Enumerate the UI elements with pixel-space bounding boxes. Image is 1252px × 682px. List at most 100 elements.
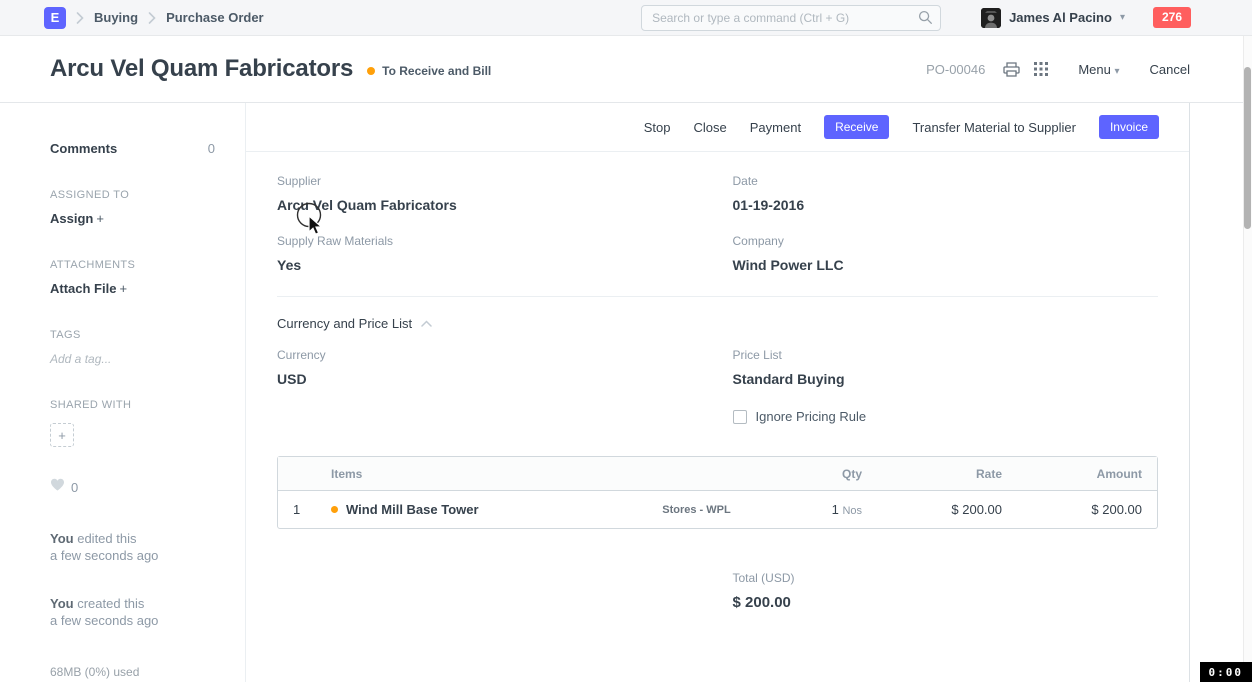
section-currency-price-list: Currency and Price List Currency USD bbox=[277, 296, 1158, 424]
status-badge: To Receive and Bill bbox=[367, 64, 491, 78]
field-supplier: Supplier Arcu Vel Quam Fabricators bbox=[277, 174, 718, 213]
app-logo[interactable]: E bbox=[44, 7, 66, 29]
page-title: Arcu Vel Quam Fabricators bbox=[50, 55, 353, 83]
print-icon[interactable] bbox=[1003, 62, 1020, 77]
transfer-material-button[interactable]: Transfer Material to Supplier bbox=[912, 120, 1076, 135]
likes-count: 0 bbox=[71, 480, 78, 495]
form-content: Stop Close Payment Receive Transfer Mate… bbox=[246, 103, 1190, 682]
stop-button[interactable]: Stop bbox=[644, 120, 671, 135]
plus-icon: + bbox=[96, 211, 104, 226]
field-label: Currency bbox=[277, 348, 718, 362]
plus-icon: + bbox=[119, 281, 127, 296]
total-label: Total (USD) bbox=[733, 571, 1159, 585]
status-text: To Receive and Bill bbox=[382, 64, 491, 78]
avatar bbox=[981, 8, 1001, 28]
ignore-pricing-rule-checkbox-row[interactable]: Ignore Pricing Rule bbox=[733, 409, 1159, 424]
col-amount-header: Amount bbox=[1002, 467, 1142, 481]
checkbox-label: Ignore Pricing Rule bbox=[756, 409, 867, 424]
uom-text: Nos bbox=[842, 505, 862, 517]
currency-value[interactable]: USD bbox=[277, 371, 718, 387]
menu-button[interactable]: Menu ▾ bbox=[1078, 62, 1119, 77]
grid-menu-icon[interactable] bbox=[1034, 62, 1048, 76]
row-index: 1 bbox=[293, 502, 331, 517]
assigned-to-heading: ASSIGNED TO bbox=[50, 189, 215, 201]
total-value: $ 200.00 bbox=[733, 594, 1159, 611]
chevron-down-icon: ▾ bbox=[1120, 12, 1125, 23]
section-title: Currency and Price List bbox=[277, 316, 412, 331]
user-name: James Al Pacino bbox=[1009, 10, 1112, 25]
heart-icon bbox=[50, 478, 65, 496]
comments-count: 0 bbox=[208, 141, 215, 156]
col-rate-header: Rate bbox=[862, 467, 1002, 481]
col-items-header: Items bbox=[331, 467, 631, 481]
company-value[interactable]: Wind Power LLC bbox=[733, 257, 1159, 273]
search-input[interactable] bbox=[641, 5, 941, 31]
document-id: PO-00046 bbox=[926, 62, 985, 77]
item-link[interactable]: Wind Mill Base Tower bbox=[331, 502, 631, 517]
checkbox-unchecked-icon[interactable] bbox=[733, 410, 747, 424]
field-label: Date bbox=[733, 174, 1159, 188]
assign-button[interactable]: Assign+ bbox=[50, 211, 215, 226]
attach-file-button[interactable]: Attach File+ bbox=[50, 281, 215, 296]
col-qty-header: Qty bbox=[762, 467, 862, 481]
comments-link[interactable]: Comments bbox=[50, 141, 117, 156]
payment-button[interactable]: Payment bbox=[750, 120, 801, 135]
field-label: Supplier bbox=[277, 174, 718, 188]
chevron-down-icon: ▾ bbox=[1115, 66, 1120, 77]
section-collapse-toggle[interactable]: Currency and Price List bbox=[277, 314, 1158, 332]
shared-with-heading: SHARED WITH bbox=[50, 399, 215, 411]
field-price-list: Price List Standard Buying bbox=[733, 348, 1159, 387]
activity-created: You created this a few seconds ago bbox=[50, 595, 215, 629]
erpnext-app-window: E Buying Purchase Order James Al Pacino … bbox=[0, 0, 1252, 682]
scrollbar-thumb[interactable] bbox=[1244, 67, 1251, 229]
price-list-value[interactable]: Standard Buying bbox=[733, 371, 1159, 387]
date-value[interactable]: 01-19-2016 bbox=[733, 197, 1159, 213]
table-row[interactable]: 1 Wind Mill Base Tower Stores - WPL 1 No… bbox=[278, 491, 1157, 528]
supply-raw-materials-value[interactable]: Yes bbox=[277, 257, 718, 273]
activity-edited: You edited this a few seconds ago bbox=[50, 530, 215, 564]
user-menu[interactable]: James Al Pacino ▾ bbox=[981, 8, 1125, 28]
page-head: Arcu Vel Quam Fabricators To Receive and… bbox=[0, 36, 1252, 103]
supplier-value[interactable]: Arcu Vel Quam Fabricators bbox=[277, 197, 718, 213]
item-status-dot-icon bbox=[331, 506, 338, 513]
section-supplier: Supplier Arcu Vel Quam Fabricators Suppl… bbox=[277, 152, 1158, 296]
rate-cell: $ 200.00 bbox=[862, 502, 1002, 517]
chevron-right-icon bbox=[148, 12, 156, 24]
like-button[interactable]: 0 bbox=[50, 478, 215, 496]
plus-icon: + bbox=[58, 428, 66, 443]
breadcrumb-buying[interactable]: Buying bbox=[94, 10, 138, 25]
warehouse-value: Stores - WPL bbox=[631, 504, 762, 516]
section-items: Items Qty Rate Amount 1 Wind Mill Base T… bbox=[277, 456, 1158, 529]
share-add-button[interactable]: + bbox=[50, 423, 74, 447]
notifications-badge[interactable]: 276 bbox=[1153, 7, 1191, 29]
field-total: Total (USD) $ 200.00 bbox=[733, 571, 1159, 611]
tags-heading: TAGS bbox=[50, 329, 215, 341]
qty-cell: 1 Nos bbox=[762, 502, 862, 517]
amount-cell: $ 200.00 bbox=[1002, 502, 1142, 517]
form-body: Supplier Arcu Vel Quam Fabricators Suppl… bbox=[246, 152, 1189, 611]
workflow-action-bar: Stop Close Payment Receive Transfer Mate… bbox=[246, 103, 1189, 152]
status-dot-icon bbox=[367, 67, 375, 75]
chevron-right-icon bbox=[76, 12, 84, 24]
close-button[interactable]: Close bbox=[694, 120, 727, 135]
receive-button[interactable]: Receive bbox=[824, 115, 889, 139]
field-company: Company Wind Power LLC bbox=[733, 234, 1159, 273]
global-search bbox=[641, 5, 941, 31]
breadcrumb-purchase-order[interactable]: Purchase Order bbox=[166, 10, 264, 25]
field-label: Company bbox=[733, 234, 1159, 248]
recording-timer: 0:00 bbox=[1200, 662, 1252, 682]
search-icon bbox=[918, 10, 933, 30]
navbar: E Buying Purchase Order James Al Pacino … bbox=[0, 0, 1252, 36]
field-date: Date 01-19-2016 bbox=[733, 174, 1159, 213]
cancel-button[interactable]: Cancel bbox=[1150, 62, 1190, 77]
invoice-button[interactable]: Invoice bbox=[1099, 115, 1159, 139]
attachments-heading: ATTACHMENTS bbox=[50, 259, 215, 271]
add-tag-input[interactable]: Add a tag... bbox=[50, 352, 215, 366]
field-currency: Currency USD bbox=[277, 348, 718, 387]
app-logo-letter: E bbox=[51, 10, 60, 25]
storage-usage: 68MB (0%) used bbox=[50, 665, 215, 679]
items-table-header: Items Qty Rate Amount bbox=[278, 457, 1157, 491]
items-table: Items Qty Rate Amount 1 Wind Mill Base T… bbox=[277, 456, 1158, 529]
form-sidebar: Comments 0 ASSIGNED TO Assign+ ATTACHMEN… bbox=[0, 103, 246, 682]
page-head-actions: PO-00046 Menu ▾ Cancel bbox=[926, 62, 1190, 77]
